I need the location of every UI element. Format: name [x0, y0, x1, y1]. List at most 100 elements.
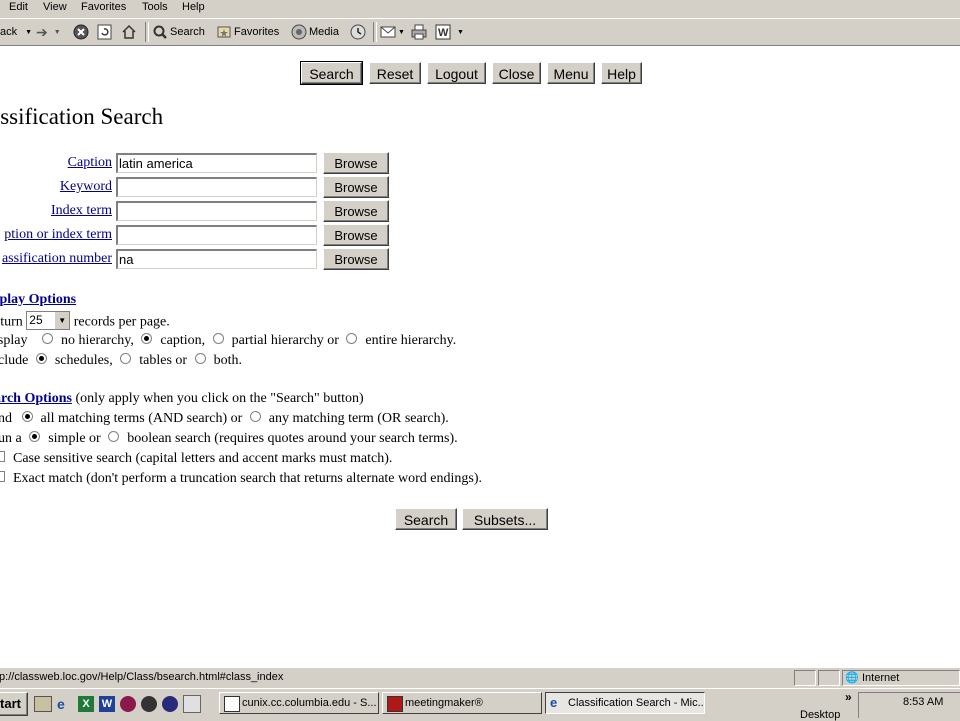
- and-search-label: all matching terms (AND search) or: [40, 411, 243, 426]
- classification-number-input[interactable]: na: [116, 249, 317, 269]
- run-row: un a simple or boolean search (requires …: [0, 431, 458, 447]
- radio-no-hierarchy[interactable]: [41, 333, 53, 345]
- index-term-link[interactable]: Index term: [51, 203, 112, 219]
- exact-match-checkbox[interactable]: [0, 471, 5, 483]
- start-button[interactable]: start: [0, 692, 28, 716]
- search-toolbar-button[interactable]: Search: [152, 23, 205, 41]
- status-pane: [818, 670, 840, 686]
- favorites-toolbar-button[interactable]: Favorites: [216, 23, 279, 41]
- stop-button[interactable]: [73, 23, 89, 41]
- no-hierarchy-label: no hierarchy,: [60, 333, 134, 348]
- radio-schedules[interactable]: [35, 353, 47, 365]
- chevron-down-icon[interactable]: ▼: [457, 29, 464, 36]
- search-toolbar-label: Search: [170, 26, 205, 38]
- exact-match-row: Exact match (don't perform a truncation …: [0, 471, 482, 487]
- classification-number-browse-button[interactable]: Browse: [323, 248, 389, 270]
- radio-and-search[interactable]: [21, 411, 33, 423]
- refresh-button[interactable]: [97, 23, 113, 41]
- caption-or-index-term-link[interactable]: ption or index term: [4, 227, 112, 243]
- search-button[interactable]: Search: [300, 61, 363, 85]
- caption-browse-button[interactable]: Browse: [323, 152, 389, 174]
- return-label: eturn: [0, 314, 23, 330]
- desktop-toolbar-label[interactable]: Desktop: [800, 709, 840, 721]
- radio-tables[interactable]: [120, 353, 132, 365]
- history-icon: [350, 24, 366, 40]
- chevron-right-icon[interactable]: »: [845, 690, 852, 704]
- task-cunix[interactable]: cunix.cc.columbia.edu - S...: [219, 692, 379, 714]
- index-term-input[interactable]: [116, 201, 317, 221]
- task-classification-search[interactable]: e Classification Search - Mic...: [545, 692, 705, 714]
- app-icon[interactable]: [120, 696, 136, 712]
- globe-icon: 🌐: [845, 672, 859, 684]
- task-meetingmaker[interactable]: meetingmaker®: [382, 692, 542, 714]
- run-label: un a: [0, 431, 22, 446]
- classification-number-link[interactable]: assification number: [2, 251, 112, 267]
- radio-both[interactable]: [194, 353, 206, 365]
- caption-or-index-term-browse-button[interactable]: Browse: [323, 224, 389, 246]
- app-icon[interactable]: [162, 696, 178, 712]
- menu-favorites[interactable]: Favorites: [81, 1, 126, 13]
- radio-entire-hierarchy[interactable]: [346, 333, 358, 345]
- clock[interactable]: 8:53 AM: [903, 696, 943, 708]
- history-button[interactable]: [350, 23, 366, 41]
- partial-hierarchy-label: partial hierarchy or: [231, 333, 339, 348]
- mail-button[interactable]: ▼: [380, 23, 405, 41]
- toolbar: ack ▼ ➔ ▼ Search Favorites Media ▼ W ▼: [0, 19, 960, 46]
- chevron-down-icon[interactable]: ▼: [54, 312, 70, 329]
- radio-boolean-search[interactable]: [108, 431, 120, 443]
- menu-button[interactable]: Menu: [547, 62, 595, 84]
- include-label: clude: [0, 353, 29, 368]
- bottom-search-button[interactable]: Search: [395, 508, 457, 530]
- caption-link[interactable]: Caption: [68, 155, 112, 171]
- display-options-link[interactable]: splay Options: [0, 292, 76, 308]
- zone-pane: 🌐 Internet: [842, 670, 960, 686]
- show-desktop-icon[interactable]: [34, 696, 52, 712]
- keyword-input[interactable]: [116, 177, 317, 197]
- menu-help[interactable]: Help: [182, 1, 205, 13]
- word-icon[interactable]: W: [99, 696, 115, 712]
- keyword-link[interactable]: Keyword: [60, 179, 112, 195]
- radio-simple-search[interactable]: [29, 431, 41, 443]
- records-per-page-value: 25: [29, 313, 43, 327]
- search-options-link[interactable]: arch Options: [0, 391, 72, 406]
- subsets-button[interactable]: Subsets...: [462, 508, 548, 530]
- excel-icon[interactable]: X: [78, 696, 94, 712]
- radio-caption[interactable]: [141, 333, 153, 345]
- radio-partial-hierarchy[interactable]: [212, 333, 224, 345]
- back-button[interactable]: ack ▼: [0, 23, 32, 41]
- menu-tools[interactable]: Tools: [142, 1, 168, 13]
- close-button[interactable]: Close: [492, 62, 541, 84]
- help-button[interactable]: Help: [601, 62, 642, 84]
- keyword-browse-button[interactable]: Browse: [323, 176, 389, 198]
- internet-explorer-icon[interactable]: e: [57, 696, 73, 712]
- case-sensitive-checkbox[interactable]: [0, 451, 5, 463]
- task-label: cunix.cc.columbia.edu - S...: [242, 697, 377, 709]
- records-per-page-row: eturn 25 ▼ records per page.: [0, 311, 170, 332]
- terminal-icon: [224, 696, 240, 712]
- caption-or-index-term-input[interactable]: [116, 225, 317, 245]
- media-toolbar-label: Media: [309, 26, 339, 38]
- caption-input[interactable]: latin america: [116, 153, 317, 173]
- logout-button[interactable]: Logout: [427, 62, 486, 84]
- entire-hierarchy-label: entire hierarchy.: [365, 333, 457, 348]
- reset-button[interactable]: Reset: [369, 62, 421, 84]
- radio-or-search[interactable]: [249, 411, 261, 423]
- simple-search-label: simple or: [48, 431, 101, 446]
- media-toolbar-button[interactable]: Media: [291, 23, 339, 41]
- chevron-down-icon[interactable]: ▼: [25, 29, 32, 36]
- forward-arrow-icon: ➔: [36, 23, 48, 40]
- records-per-page-select[interactable]: 25 ▼: [26, 311, 71, 330]
- display-row: isplay no hierarchy, caption, partial hi…: [0, 333, 456, 349]
- menu-view[interactable]: View: [43, 1, 67, 13]
- home-button[interactable]: [121, 23, 137, 41]
- app-icon[interactable]: [183, 695, 201, 713]
- edit-word-button[interactable]: W ▼: [435, 23, 464, 41]
- print-button[interactable]: [411, 23, 427, 41]
- index-term-browse-button[interactable]: Browse: [323, 200, 389, 222]
- forward-button[interactable]: ➔ ▼: [36, 23, 61, 41]
- chevron-down-icon[interactable]: ▼: [398, 29, 405, 36]
- chevron-down-icon[interactable]: ▼: [54, 29, 61, 36]
- app-icon[interactable]: [141, 696, 157, 712]
- menu-edit[interactable]: Edit: [9, 1, 28, 13]
- search-options-row: arch Options (only apply when you click …: [0, 391, 364, 407]
